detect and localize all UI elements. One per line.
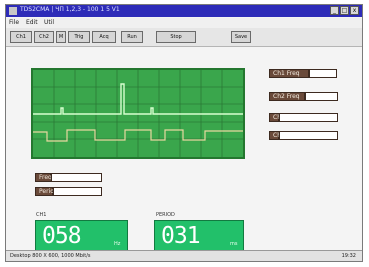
meter-period: 031 ms (154, 220, 244, 252)
maximize-button[interactable]: □ (340, 6, 349, 15)
meter-ch1-value: 058 (42, 223, 82, 249)
status-time: 19:32 (341, 253, 356, 259)
ch2-freq-button[interactable]: Ch2 Freq (269, 92, 305, 101)
ch1-freq-field[interactable] (309, 69, 337, 78)
toolbar-button-acq[interactable]: Acq (92, 31, 116, 43)
waveform-graph (33, 70, 243, 157)
ch2-field[interactable] (279, 131, 338, 140)
toolbar: Ch1 Ch2 M Trig Acq Run Stop Save (6, 28, 362, 47)
toolbar-button-run[interactable]: Run (121, 31, 143, 43)
oscilloscope-display (31, 68, 245, 159)
meter-ch1-unit: Hz (114, 241, 121, 247)
toolbar-button-save[interactable]: Save (231, 31, 251, 43)
application-window: TDS2CMA | ЧП 1,2,3 - 100 1 5 V1 _ □ x Fi… (5, 4, 363, 262)
toolbar-button-stop[interactable]: Stop (156, 31, 196, 43)
minimize-button[interactable]: _ (330, 6, 339, 15)
freq-field[interactable] (51, 173, 102, 182)
menu-edit[interactable]: Edit (26, 19, 38, 26)
ch2-button[interactable]: Ch2 (269, 131, 285, 140)
window-controls: _ □ x (330, 6, 359, 15)
ch1-freq-button[interactable]: Ch1 Freq (269, 69, 309, 78)
meter-label-period: PERIOD (156, 212, 175, 218)
period-button[interactable]: Period (35, 187, 58, 196)
close-button[interactable]: x (350, 6, 359, 15)
title-bar: TDS2CMA | ЧП 1,2,3 - 100 1 5 V1 _ □ x (6, 5, 362, 17)
ch1-field[interactable] (279, 113, 338, 122)
meter-ch1: 058 Hz (35, 220, 128, 252)
menu-file[interactable]: File (9, 19, 19, 26)
status-left: Desktop 800 X 600, 1000 Mbit/s (10, 253, 91, 259)
ch2-freq-field[interactable] (305, 92, 338, 101)
meter-period-value: 031 (161, 223, 201, 249)
ch1-button[interactable]: Ch1 (269, 113, 285, 122)
toolbar-button-ch2[interactable]: Ch2 (34, 31, 54, 43)
status-bar: Desktop 800 X 600, 1000 Mbit/s 19:32 (6, 250, 362, 261)
freq-button[interactable]: Freq (35, 173, 52, 182)
menu-bar: File Edit Util (6, 18, 362, 28)
period-field[interactable] (53, 187, 102, 196)
app-icon[interactable] (9, 7, 17, 15)
window-title: TDS2CMA | ЧП 1,2,3 - 100 1 5 V1 (20, 6, 120, 13)
meter-label-ch1: CH1 (36, 212, 47, 218)
toolbar-button-ch1[interactable]: Ch1 (10, 31, 32, 43)
menu-util[interactable]: Util (44, 19, 54, 26)
meter-period-unit: ms (230, 241, 238, 247)
toolbar-button-trig[interactable]: Trig (68, 31, 90, 43)
toolbar-button-m[interactable]: M (56, 31, 66, 43)
